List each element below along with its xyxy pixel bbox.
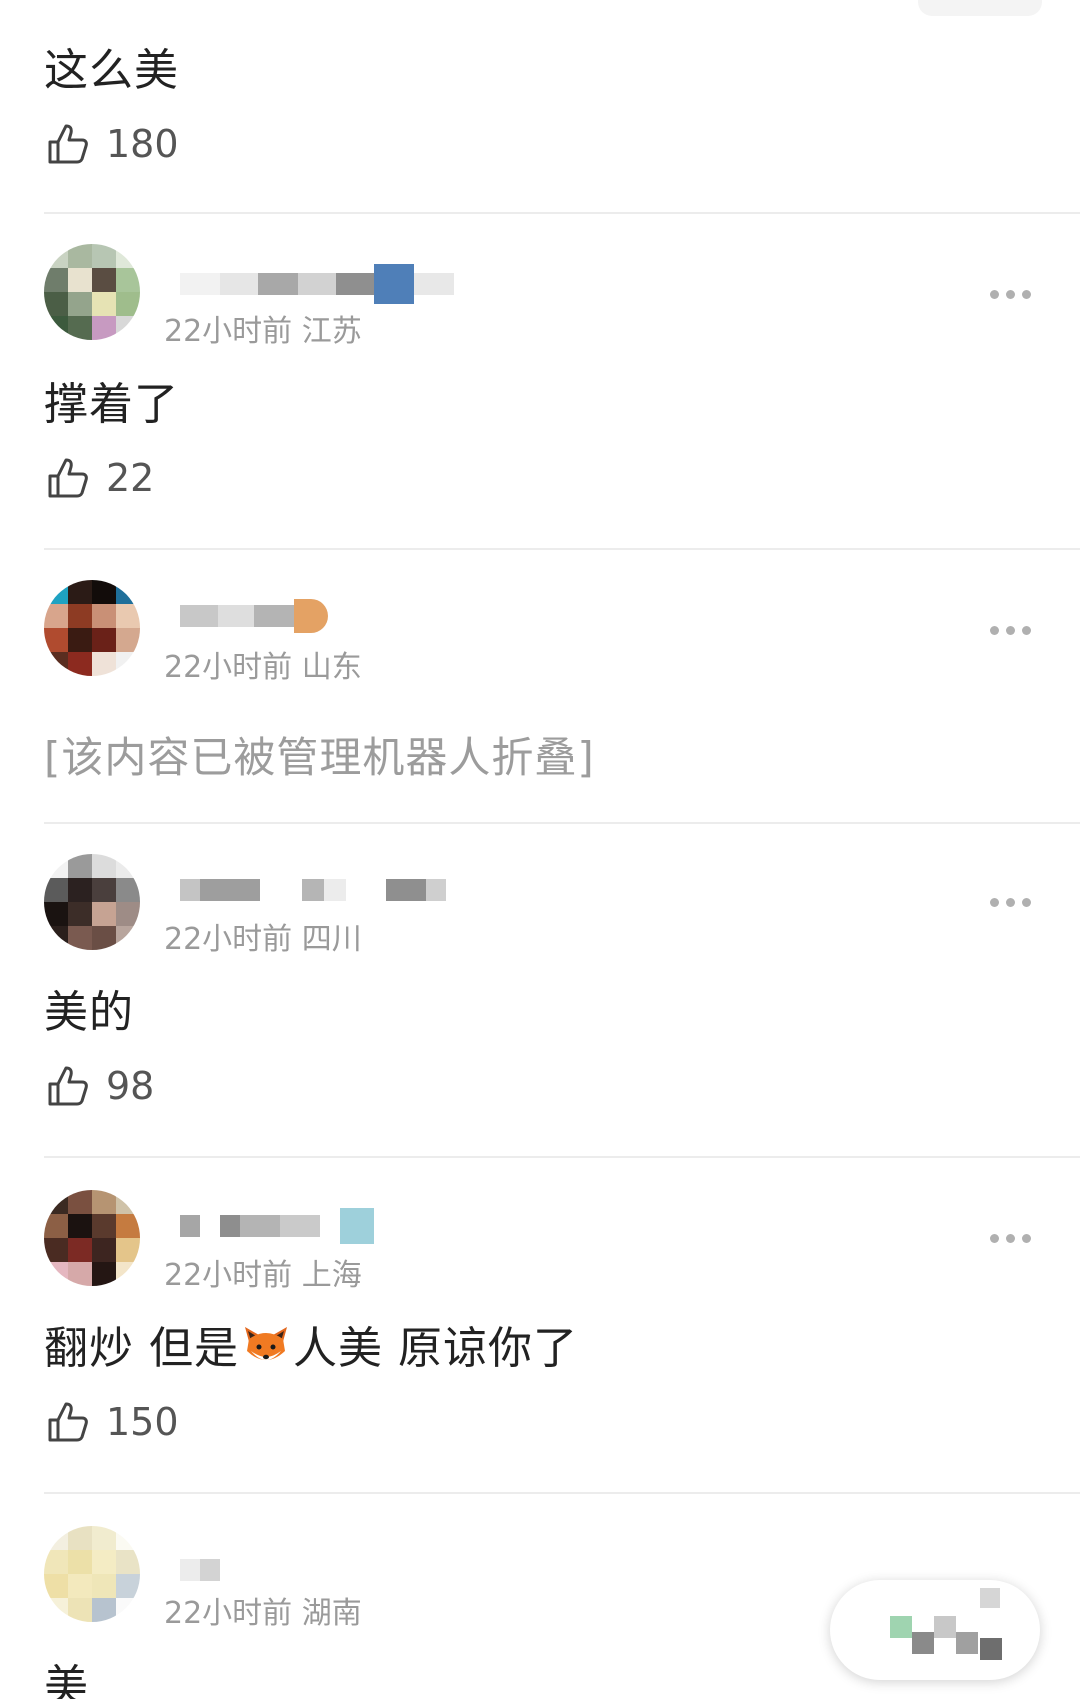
username-blurred[interactable] bbox=[180, 1206, 374, 1246]
comment-text: 美 bbox=[44, 1661, 89, 1699]
username-blurred[interactable] bbox=[180, 1550, 220, 1590]
comment-text: 这么美 bbox=[44, 45, 179, 96]
comment-meta: 22小时前 湖南 bbox=[164, 1596, 362, 1631]
folded-notice: [该内容已被管理机器人折叠] bbox=[44, 733, 595, 782]
more-dots-icon[interactable] bbox=[990, 626, 1031, 635]
divider bbox=[44, 548, 1080, 550]
thumbs-up-icon bbox=[48, 1402, 88, 1442]
top-pill bbox=[918, 0, 1042, 16]
comment-meta: 22小时前 江苏 bbox=[164, 314, 362, 349]
divider bbox=[44, 1492, 1080, 1494]
more-dots-icon[interactable] bbox=[990, 290, 1031, 299]
avatar[interactable] bbox=[44, 854, 140, 950]
thumbs-up-icon bbox=[48, 124, 88, 164]
comment-text: 美的 bbox=[44, 987, 134, 1038]
username-blurred[interactable] bbox=[180, 264, 454, 304]
comment-text: 翻炒 但是 人美 原谅你了 bbox=[44, 1312, 578, 1376]
more-dots-icon[interactable] bbox=[990, 1234, 1031, 1243]
comment-meta: 22小时前 上海 bbox=[164, 1258, 362, 1293]
divider bbox=[44, 212, 1080, 214]
divider bbox=[44, 822, 1080, 824]
avatar[interactable] bbox=[44, 1190, 140, 1286]
avatar[interactable] bbox=[44, 1526, 140, 1622]
comment-meta: 22小时前 四川 bbox=[164, 922, 362, 957]
like-button[interactable]: 150 bbox=[44, 1398, 179, 1446]
avatar[interactable] bbox=[44, 580, 140, 676]
like-count: 180 bbox=[106, 122, 179, 166]
thumbs-up-icon bbox=[48, 1066, 88, 1106]
like-button[interactable]: 180 bbox=[44, 120, 179, 168]
more-dots-icon[interactable] bbox=[990, 898, 1031, 907]
comment-text: 撑着了 bbox=[44, 379, 179, 430]
like-button[interactable]: 98 bbox=[44, 1062, 154, 1110]
like-count: 98 bbox=[106, 1064, 155, 1108]
fox-emoji-icon bbox=[245, 1327, 287, 1360]
like-button[interactable]: 22 bbox=[44, 454, 154, 502]
divider bbox=[44, 1156, 1080, 1158]
avatar[interactable] bbox=[44, 244, 140, 340]
comment-text-part: 翻炒 但是 bbox=[44, 1323, 239, 1374]
username-blurred[interactable] bbox=[180, 596, 328, 636]
thumbs-up-icon bbox=[48, 458, 88, 498]
floating-watermark bbox=[830, 1580, 1040, 1680]
username-blurred[interactable] bbox=[180, 870, 446, 910]
comment-text-part: 人美 原谅你了 bbox=[293, 1323, 578, 1374]
comment-meta: 22小时前 山东 bbox=[164, 650, 362, 685]
like-count: 22 bbox=[106, 456, 155, 500]
like-count: 150 bbox=[106, 1400, 179, 1444]
